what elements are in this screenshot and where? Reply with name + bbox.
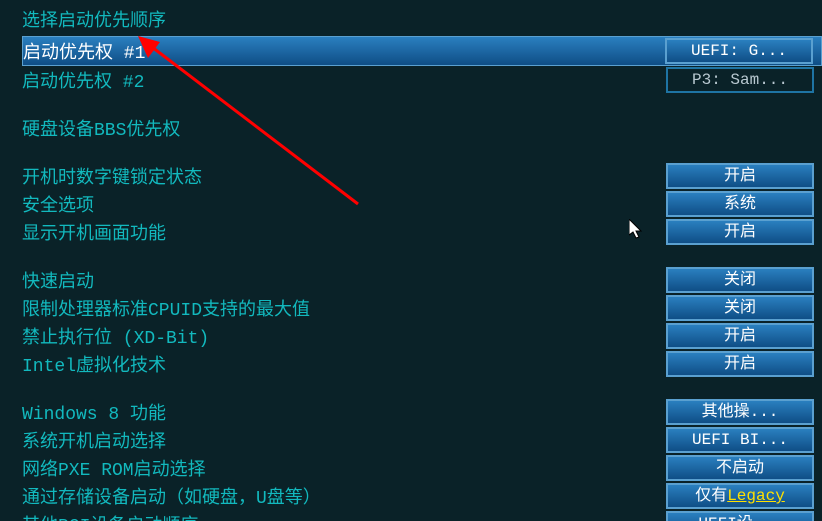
spacer (22, 142, 822, 162)
section-title: 选择启动优先顺序 (22, 6, 822, 32)
menu-row[interactable]: 网络PXE ROM启动选择 不启动 (22, 454, 822, 482)
menu-label: 启动优先权 #1 (23, 38, 623, 64)
menu-row[interactable]: 启动优先权 #1 UEFI: G... (22, 36, 822, 66)
menu-label: 快速启动 (22, 267, 622, 293)
menu-label: 限制处理器标准CPUID支持的最大值 (22, 295, 622, 321)
menu-row[interactable]: 安全选项 系统 (22, 190, 822, 218)
menu-label: 其他PCI设备启动顺序 (22, 511, 622, 521)
menu-row[interactable]: 限制处理器标准CPUID支持的最大值 关闭 (22, 294, 822, 322)
menu-row[interactable]: 系统开机启动选择 UEFI BI... (22, 426, 822, 454)
menu-value[interactable]: 开启 (666, 163, 814, 189)
menu-value[interactable]: 不启动 (666, 455, 814, 481)
menu-label: Intel虚拟化技术 (22, 351, 622, 377)
menu-value[interactable]: UEFI: G... (665, 38, 813, 64)
spacer (22, 378, 822, 398)
menu-label: 通过存储设备启动（如硬盘，U盘等） (22, 483, 622, 509)
menu-row[interactable]: 硬盘设备BBS优先权 (22, 114, 822, 142)
menu-label: 网络PXE ROM启动选择 (22, 455, 622, 481)
menu-value[interactable]: 开启 (666, 351, 814, 377)
menu-label: 开机时数字键锁定状态 (22, 163, 622, 189)
menu-label: 显示开机画面功能 (22, 219, 622, 245)
menu-value[interactable]: UEFI BI... (666, 427, 814, 453)
menu-row[interactable]: 通过存储设备启动（如硬盘，U盘等） 仅有Legacy (22, 482, 822, 510)
menu-row[interactable]: 快速启动 关闭 (22, 266, 822, 294)
menu-row[interactable]: 禁止执行位 (XD-Bit) 开启 (22, 322, 822, 350)
menu-label: 禁止执行位 (XD-Bit) (22, 323, 622, 349)
menu-label: 硬盘设备BBS优先权 (22, 115, 622, 141)
menu-value[interactable]: 关闭 (666, 267, 814, 293)
menu-value[interactable]: 开启 (666, 219, 814, 245)
menu-row[interactable]: 启动优先权 #2 P3: Sam... (22, 66, 822, 94)
menu-value[interactable]: 开启 (666, 323, 814, 349)
menu-label: 系统开机启动选择 (22, 427, 622, 453)
menu-value[interactable]: 其他操... (666, 399, 814, 425)
menu-row[interactable]: 其他PCI设备启动顺序 UEFI设... (22, 510, 822, 521)
menu-row[interactable]: Intel虚拟化技术 开启 (22, 350, 822, 378)
menu-value[interactable]: P3: Sam... (666, 67, 814, 93)
menu-value[interactable]: 仅有Legacy (666, 483, 814, 509)
menu-label: 启动优先权 #2 (22, 67, 622, 93)
menu-row[interactable]: Windows 8 功能 其他操... (22, 398, 822, 426)
spacer (22, 94, 822, 114)
menu-row[interactable]: 显示开机画面功能 开启 (22, 218, 822, 246)
spacer (22, 246, 822, 266)
menu-value[interactable]: 关闭 (666, 295, 814, 321)
menu-label: 安全选项 (22, 191, 622, 217)
menu-value[interactable]: UEFI设... (666, 511, 814, 521)
menu-label: Windows 8 功能 (22, 399, 622, 425)
menu-value[interactable]: 系统 (666, 191, 814, 217)
menu-row[interactable]: 开机时数字键锁定状态 开启 (22, 162, 822, 190)
